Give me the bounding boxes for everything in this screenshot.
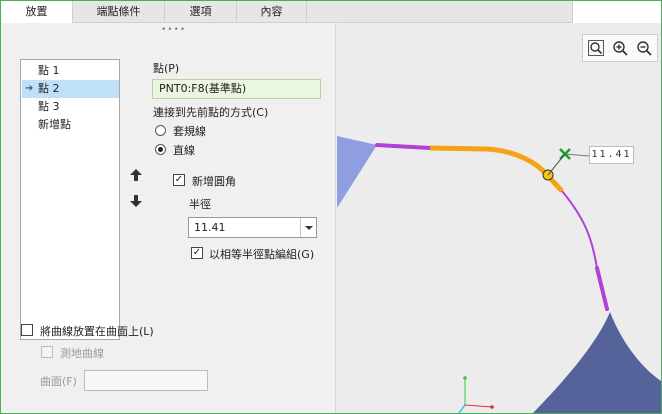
radius-value: 11.41 — [194, 221, 226, 234]
zoom-in-icon[interactable] — [611, 39, 629, 57]
group-equal-radius-label: 以相等半徑點編組(G) — [209, 248, 315, 261]
list-item[interactable]: 點 3 — [22, 98, 119, 116]
list-item[interactable]: 點 1 — [22, 62, 119, 80]
panel-resize-grip[interactable]: •••• — [161, 25, 186, 35]
point-list[interactable]: 點 1 ➔ 點 2 點 3 新增點 — [20, 59, 120, 340]
list-item-label: 點 2 — [38, 82, 60, 95]
geodesic-label: 測地曲線 — [60, 347, 104, 360]
move-down-icon[interactable] — [129, 194, 143, 208]
list-item-label: 點 1 — [38, 64, 60, 77]
move-up-icon[interactable] — [129, 168, 143, 182]
place-on-surface-checkbox[interactable] — [21, 324, 33, 336]
list-item-label: 點 3 — [38, 100, 60, 113]
curve-fillet-segment — [429, 145, 564, 193]
dimension-leader — [547, 153, 566, 176]
tab-placement[interactable]: 放置 — [1, 1, 73, 24]
tab-end-conditions[interactable]: 端點條件 — [73, 1, 165, 23]
radio-spline[interactable] — [155, 125, 166, 136]
list-item-label: 新增點 — [38, 118, 71, 131]
group-equal-radius-checkbox[interactable]: ✓ — [191, 247, 203, 259]
curve-segment — [375, 143, 432, 150]
point-reference-field[interactable]: PNT0:F8(基準點) — [152, 79, 321, 99]
placement-panel: •••• 點 1 ➔ 點 2 點 3 新增點 點(P) PNT0:F8(基準點)… — [1, 23, 336, 413]
curve-segment — [595, 266, 609, 311]
radius-label: 半徑 — [189, 198, 211, 211]
tab-options[interactable]: 選項 — [165, 1, 237, 23]
tab-strip-filler — [572, 1, 661, 23]
radio-spline-label: 套規線 — [173, 125, 206, 138]
graphics-viewport[interactable]: 11.41 — [337, 23, 661, 413]
list-item-selected[interactable]: ➔ 點 2 — [22, 80, 119, 98]
curve-segment — [561, 190, 598, 269]
zoom-out-icon[interactable] — [635, 39, 653, 57]
radius-combo[interactable]: 11.41 — [188, 217, 317, 238]
tab-strip: 放置 端點條件 選項 內容 — [1, 1, 661, 24]
current-point-arrow-icon: ➔ — [25, 83, 34, 94]
add-fillet-label: 新增圓角 — [192, 175, 236, 188]
geodesic-checkbox[interactable] — [41, 346, 53, 358]
connect-method-label: 連接到先前點的方式(C) — [153, 106, 269, 119]
zoom-fit-icon[interactable] — [587, 39, 605, 57]
surface-patch-left — [337, 136, 377, 208]
point-label: 點(P) — [153, 62, 180, 75]
tab-properties[interactable]: 內容 — [237, 1, 307, 23]
surface-patch-right — [533, 312, 661, 413]
model-graphics — [337, 136, 661, 413]
dimension-leader — [564, 153, 590, 157]
place-on-surface-label: 將曲線放置在曲面上(L) — [40, 325, 154, 338]
chevron-down-icon[interactable] — [300, 218, 316, 237]
surface-collector[interactable] — [84, 370, 208, 391]
radio-straight[interactable] — [155, 144, 166, 155]
surface-label: 曲面(F) — [40, 375, 77, 388]
add-fillet-checkbox[interactable]: ✓ — [173, 174, 185, 186]
triad-icon — [458, 376, 494, 413]
list-item-add-point[interactable]: 新增點 — [22, 116, 119, 134]
radius-dimension[interactable]: 11.41 — [589, 146, 634, 164]
view-toolbar — [582, 34, 658, 62]
radio-straight-label: 直線 — [173, 144, 195, 157]
